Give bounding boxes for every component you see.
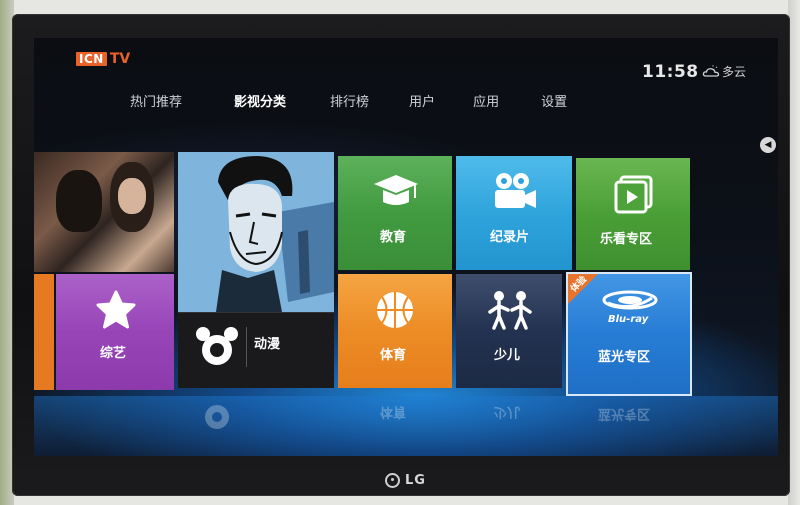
tile-kids[interactable]: 少儿: [456, 274, 562, 388]
tile-sports-label: 体育: [380, 348, 407, 363]
graduation-cap-icon: [371, 170, 421, 216]
bluray-logo-text: Blu-ray: [608, 314, 649, 325]
tile-variety[interactable]: 综艺: [56, 274, 174, 390]
tile-education-label: 教育: [380, 230, 407, 245]
reflection-bluray-label: 蓝光专区: [598, 406, 651, 421]
tile-anime[interactable]: 动漫: [178, 312, 334, 388]
tv-brand-logo: LG: [385, 468, 426, 492]
clock: 11:58: [642, 62, 699, 82]
tile-edge-orange[interactable]: [34, 274, 54, 390]
poster-face: [118, 178, 146, 214]
reflection-sports-label: 体育: [380, 404, 407, 419]
side-menu-button[interactable]: ◀: [760, 137, 776, 153]
tile-kids-label: 少儿: [494, 348, 521, 363]
star-icon: [96, 290, 136, 334]
tab-apps[interactable]: 应用: [473, 91, 499, 110]
poster-figure-left: [56, 170, 102, 232]
bluray-logo-icon: Blu-ray: [600, 290, 660, 328]
mouse-face-icon: [194, 325, 240, 371]
cloud-sun-icon: [702, 64, 720, 79]
tile-sports[interactable]: 体育: [338, 274, 452, 388]
play-icon: [614, 174, 654, 218]
tile-documentary-label: 纪录片: [490, 230, 530, 245]
reflection-anime-icon: [194, 398, 240, 432]
tab-user[interactable]: 用户: [409, 91, 435, 110]
tile-le-kan[interactable]: 乐看专区: [576, 158, 690, 270]
reflection-kids-label: 少儿: [494, 404, 521, 419]
tile-education[interactable]: 教育: [338, 156, 452, 270]
tab-settings[interactable]: 设置: [541, 91, 567, 110]
comic-man-illustration: [178, 152, 334, 312]
lg-circle-icon: [385, 472, 400, 488]
tile-bluray[interactable]: 体验 Blu-ray 蓝光专区: [566, 272, 692, 396]
weather-text: 多云: [722, 65, 747, 79]
tile-bluray-label: 蓝光专区: [598, 350, 651, 365]
tab-categories[interactable]: 影视分类: [234, 91, 286, 110]
weather: 多云: [702, 63, 746, 80]
tile-le-kan-label: 乐看专区: [600, 232, 653, 247]
top-nav: 热门推荐 影视分类 排行榜 用户 应用 设置: [130, 91, 567, 110]
tab-hot-picks[interactable]: 热门推荐: [130, 91, 182, 110]
tab-rankings[interactable]: 排行榜: [330, 91, 369, 110]
tv-screen: ICN TV 11:58 多云 热门推荐 影视分类 排行榜 用户 应用 设置 ◀: [34, 38, 778, 456]
poster-tile-comic[interactable]: [178, 152, 334, 312]
tile-anime-label: 动漫: [254, 337, 281, 352]
children-icon: [486, 290, 534, 334]
tile-variety-label: 综艺: [100, 346, 127, 361]
basketball-icon: [375, 290, 415, 334]
poster-tile-couple[interactable]: [34, 152, 174, 272]
tv-brand-text: LG: [405, 472, 426, 488]
tile-documentary[interactable]: 纪录片: [456, 156, 572, 270]
app-logo-tv: TV: [109, 51, 131, 67]
tile-divider: [246, 327, 247, 367]
film-camera-icon: [492, 172, 538, 216]
app-logo: ICN TV: [76, 52, 130, 66]
app-logo-box: ICN: [76, 52, 107, 66]
